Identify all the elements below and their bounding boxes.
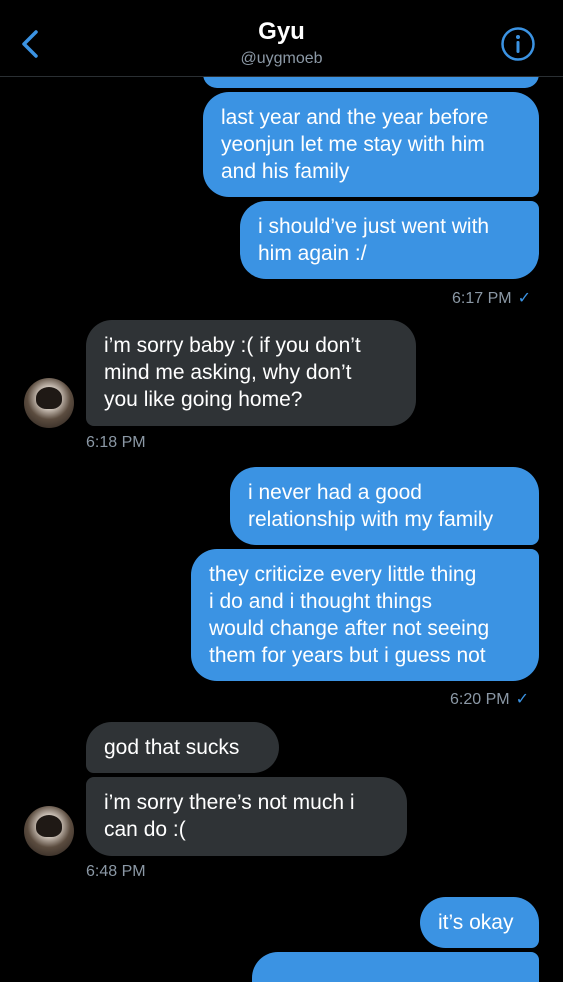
- message-bubble-received[interactable]: i’m sorry baby :( if you don’t mind me a…: [86, 320, 416, 426]
- info-icon[interactable]: [500, 26, 536, 62]
- message-bubble-received[interactable]: i’m sorry there’s not much i can do :(: [86, 777, 407, 856]
- message-bubble-sent[interactable]: it’s okay: [420, 897, 539, 948]
- message-bubble-sent[interactable]: last year and the year before yeonjun le…: [203, 92, 539, 197]
- message-bubble-sent[interactable]: they criticize every little thing i do a…: [191, 549, 539, 681]
- avatar[interactable]: [24, 378, 74, 428]
- read-check-icon: ✓: [515, 691, 529, 708]
- message-timestamp: 6:18 PM: [86, 434, 146, 451]
- message-timestamp: 6:48 PM: [86, 863, 146, 880]
- avatar[interactable]: [24, 806, 74, 856]
- message-bubble-received[interactable]: god that sucks: [86, 722, 279, 773]
- message-bubble-sent[interactable]: i never had a good relationship with my …: [230, 467, 539, 545]
- message-timestamp: 6:20 PM ✓: [450, 691, 529, 708]
- contact-name[interactable]: Gyu: [0, 18, 563, 46]
- message-timestamp: 6:17 PM ✓: [452, 290, 531, 307]
- contact-handle: @uygmoeb: [240, 50, 323, 67]
- message-bubble-sent-partial[interactable]: [252, 952, 539, 982]
- conversation-header: Gyu @uygmoeb: [0, 0, 563, 77]
- message-bubble-sent[interactable]: i should’ve just went with him again :/: [240, 201, 539, 279]
- read-check-icon: ✓: [517, 290, 531, 307]
